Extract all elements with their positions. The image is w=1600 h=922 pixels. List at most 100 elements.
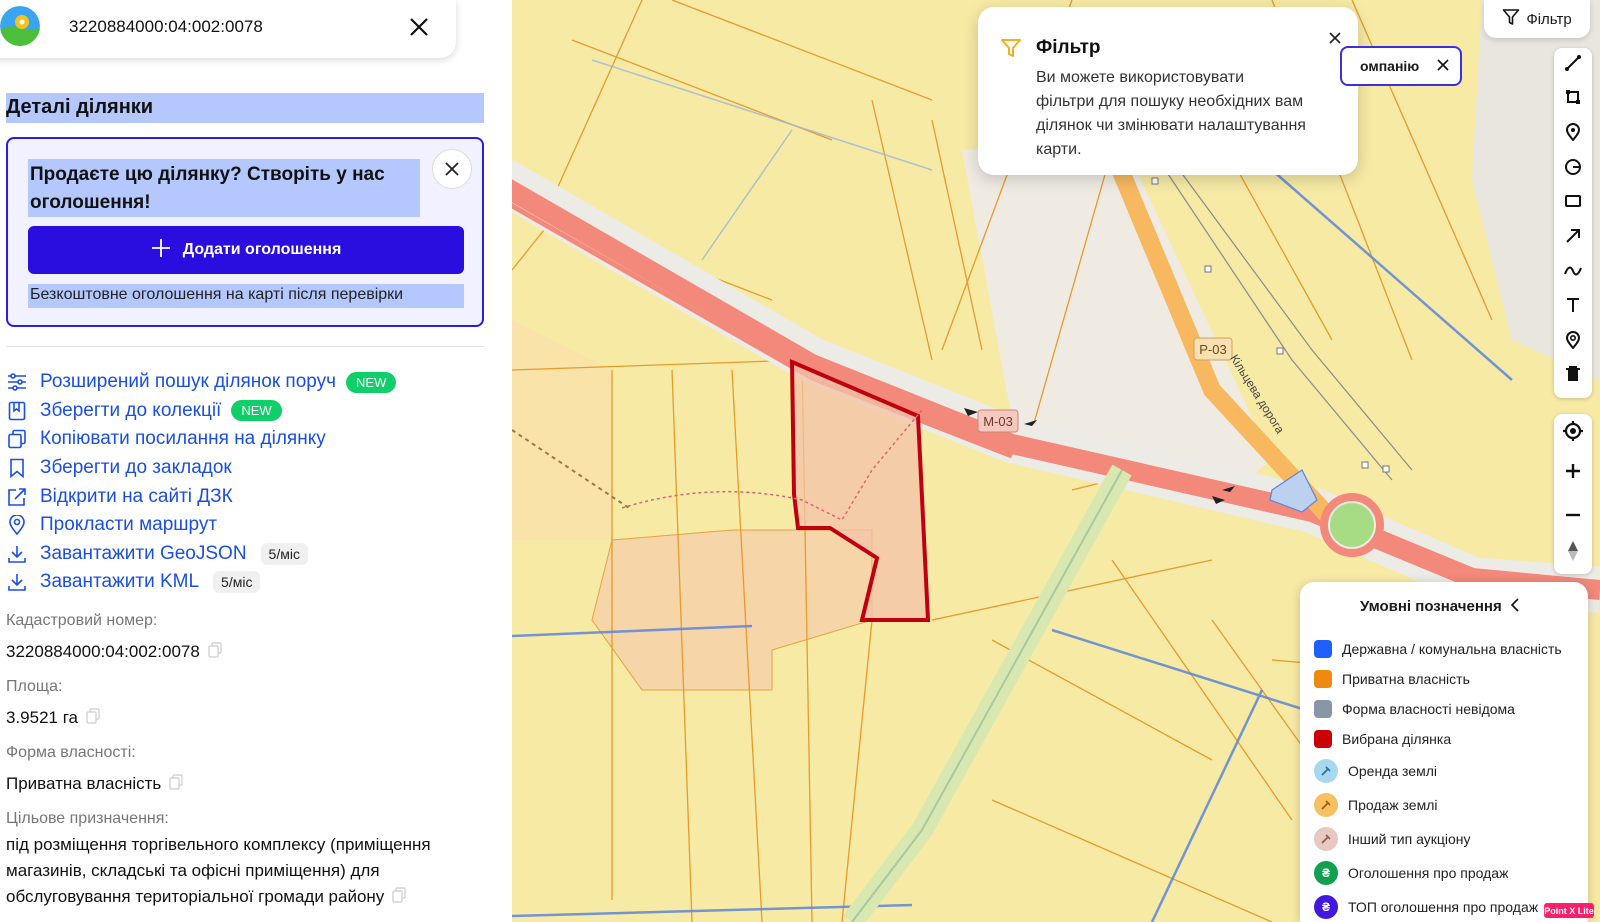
- details-panel: 3220884000:04:002:0078 Деталі ділянки Пр…: [0, 0, 512, 922]
- filter-popup: Фільтр Ви можете використовувати фільтри…: [978, 7, 1358, 175]
- action-route[interactable]: Прокласти маршрут: [6, 511, 496, 540]
- company-chip-label: омпанію: [1360, 58, 1420, 74]
- p03-label: Р-03: [1199, 342, 1226, 357]
- crosshair-icon: [1562, 420, 1584, 447]
- funnel-icon: [1000, 37, 1022, 64]
- line-tool[interactable]: [1554, 48, 1592, 83]
- polygon-draw-icon: [1564, 88, 1582, 111]
- search-box[interactable]: 3220884000:04:002:0078: [0, 0, 456, 58]
- legend-swatch-state: [1314, 640, 1332, 658]
- funnel-icon: [1502, 8, 1520, 30]
- marker-tool[interactable]: [1554, 117, 1592, 152]
- add-listing-button[interactable]: Додати оголошення: [28, 226, 464, 274]
- action-list: Розширений пошук ділянок поруч NEW Збере…: [6, 368, 496, 597]
- delete-tool[interactable]: [1554, 359, 1592, 394]
- chevron-left-icon[interactable]: [1510, 598, 1520, 617]
- zoom-out-button[interactable]: [1554, 494, 1592, 532]
- text-tool[interactable]: [1554, 290, 1592, 325]
- close-icon[interactable]: [404, 12, 434, 42]
- zoom-in-button[interactable]: [1554, 454, 1592, 492]
- copy-icon[interactable]: [169, 772, 183, 798]
- legend-item: Оренда землі: [1314, 754, 1562, 788]
- rectangle-tool[interactable]: [1554, 186, 1592, 221]
- purpose-value: під розміщення торгівельного комплексу (…: [6, 835, 431, 906]
- legend-label: Інший тип аукціону: [1348, 831, 1471, 847]
- plus-icon: [1565, 463, 1581, 484]
- filter-button[interactable]: Фільтр: [1484, 0, 1590, 38]
- legend-item: Державна / комунальна власність: [1314, 634, 1562, 664]
- action-download-kml[interactable]: Завантажити KML 5/міс: [6, 568, 496, 597]
- minus-icon: [1565, 504, 1581, 522]
- route-pin-icon: [6, 514, 28, 536]
- compass-button[interactable]: [1554, 534, 1592, 572]
- copy-icon[interactable]: [86, 706, 100, 732]
- close-icon[interactable]: [1324, 27, 1346, 49]
- add-listing-label: Додати оголошення: [182, 241, 342, 258]
- corner-badge: Point X Lite: [1544, 903, 1594, 918]
- place-tool[interactable]: [1554, 325, 1592, 360]
- auction-rent-icon: [1314, 759, 1338, 783]
- field-label: Цільове призначення:: [6, 810, 169, 827]
- legend-swatch-selected: [1314, 730, 1332, 748]
- search-input[interactable]: 3220884000:04:002:0078: [69, 17, 263, 37]
- section-title: Деталі ділянки: [6, 93, 484, 123]
- legend-label: Продаж землі: [1348, 797, 1438, 813]
- copy-icon[interactable]: [392, 885, 406, 911]
- promo-card: Продаєте цю ділянку? Створіть у нас огол…: [6, 137, 484, 327]
- promo-heading: Продаєте цю ділянку? Створіть у нас огол…: [28, 159, 420, 217]
- zoom-toolbar: [1554, 414, 1592, 574]
- legend-item: Приватна власність: [1314, 664, 1562, 694]
- action-nearby-search[interactable]: Розширений пошук ділянок поруч NEW: [6, 368, 496, 397]
- new-badge: NEW: [231, 400, 282, 422]
- circle-draw-icon: [1564, 158, 1582, 181]
- legend-label: Приватна власність: [1342, 671, 1470, 687]
- legend-label: Вибрана ділянка: [1342, 731, 1452, 747]
- legend-label: Оголошення про продаж: [1348, 865, 1509, 881]
- area-field: Площа: 3.9521 га: [6, 678, 476, 732]
- copy-icon[interactable]: [208, 640, 222, 666]
- legend-items: Державна / комунальна власність Приватна…: [1314, 634, 1562, 922]
- action-label: Відкрити на сайті ДЗК: [40, 485, 233, 507]
- ownership-value: Приватна власність: [6, 774, 162, 793]
- hryvnia-icon: ₴: [1314, 895, 1338, 919]
- action-save-collection[interactable]: Зберегти до колекції NEW: [6, 397, 496, 426]
- download-icon: [6, 571, 28, 593]
- legend-item: Продаж землі: [1314, 788, 1562, 822]
- legend-item: Форма власності невідома: [1314, 694, 1562, 724]
- promo-close-button[interactable]: [432, 149, 472, 189]
- action-label: Розширений пошук ділянок поруч: [40, 371, 337, 393]
- new-badge: NEW: [346, 371, 397, 393]
- app-logo-icon: [0, 6, 40, 46]
- map-legend: Умовні позначення Державна / комунальна …: [1300, 582, 1588, 922]
- close-icon[interactable]: [1436, 58, 1450, 75]
- hryvnia-icon: ₴: [1314, 861, 1338, 885]
- action-copy-link[interactable]: Копіювати посилання на ділянку: [6, 425, 496, 454]
- bookmark-icon: [6, 457, 28, 479]
- action-open-dzk[interactable]: Відкрити на сайті ДЗК: [6, 482, 496, 511]
- action-download-geojson[interactable]: Завантажити GeoJSON 5/міс: [6, 540, 496, 569]
- company-filter-chip[interactable]: омпанію: [1340, 46, 1462, 86]
- freehand-tool[interactable]: [1554, 256, 1592, 291]
- plus-icon: [151, 238, 171, 263]
- action-label: Зберегти до колекції: [40, 399, 222, 421]
- cadastral-field: Кадастровий номер: 3220884000:04:002:007…: [6, 612, 476, 666]
- field-label: Площа:: [6, 678, 63, 695]
- filter-button-label: Фільтр: [1526, 10, 1572, 28]
- compass-icon: [1567, 540, 1579, 567]
- m03-label: М-03: [983, 414, 1013, 429]
- auction-other-icon: [1314, 827, 1338, 851]
- limit-badge: 5/міс: [260, 542, 308, 565]
- area-value: 3.9521 га: [6, 708, 79, 727]
- arrow-tool[interactable]: [1554, 221, 1592, 256]
- ownership-field: Форма власності: Приватна власність: [6, 744, 476, 798]
- action-bookmark[interactable]: Зберегти до закладок: [6, 454, 496, 483]
- circle-tool[interactable]: [1554, 152, 1592, 187]
- auction-sale-icon: [1314, 793, 1338, 817]
- filter-popup-title: Фільтр: [1036, 37, 1101, 58]
- road-shield-m03: М-03: [977, 409, 1019, 433]
- text-icon: [1565, 297, 1581, 318]
- locate-button[interactable]: [1554, 414, 1592, 452]
- collection-icon: [6, 400, 28, 422]
- polygon-tool[interactable]: [1554, 83, 1592, 118]
- line-draw-icon: [1564, 54, 1582, 77]
